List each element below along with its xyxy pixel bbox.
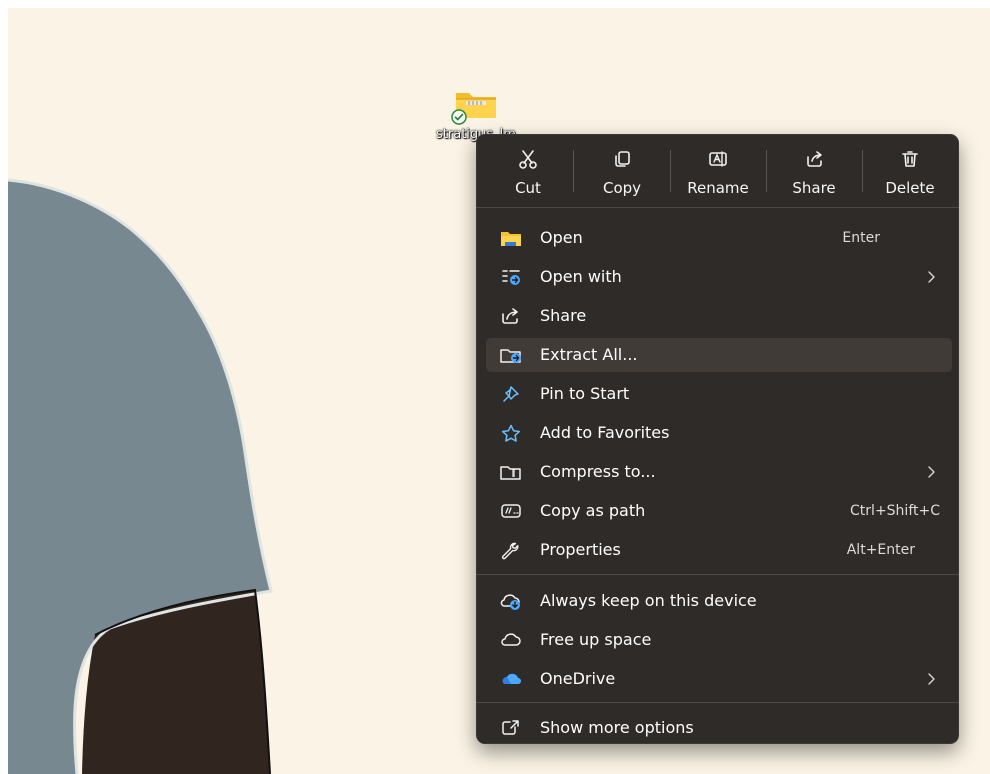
copy-button[interactable]: Copy [574, 142, 670, 204]
quick-actions-bar: Cut Copy Rename Share Delete [476, 134, 959, 206]
menu-item-copy-as-path[interactable]: Copy as path Ctrl+Shift+C [486, 494, 952, 528]
trash-icon [902, 151, 918, 167]
shortcut-label: Ctrl+Shift+C [850, 503, 940, 519]
wrench-icon [501, 542, 519, 560]
menu-separator [476, 207, 959, 208]
pin-icon [503, 386, 519, 402]
menu-item-label: Compress to... [540, 462, 656, 481]
scissors-icon [519, 150, 537, 169]
delete-button[interactable]: Delete [862, 142, 958, 204]
compress-folder-icon [500, 466, 521, 480]
cut-label: Cut [515, 179, 541, 197]
extract-icon [500, 349, 521, 363]
share-icon [807, 151, 822, 167]
cloud-download-icon [500, 594, 520, 610]
external-options-icon [502, 720, 519, 735]
menu-item-open[interactable]: Open Enter [486, 221, 952, 255]
chevron-right-icon [928, 673, 935, 685]
share-icon [502, 308, 518, 324]
menu-item-properties[interactable]: Properties Alt+Enter [486, 533, 952, 567]
menu-item-pin-to-start[interactable]: Pin to Start [486, 377, 952, 411]
menu-item-label: Open with [540, 267, 622, 286]
context-menu[interactable]: Cut Copy Rename Share Delete Open Enter … [476, 134, 959, 744]
menu-separator [476, 574, 959, 575]
menu-item-label: Free up space [540, 630, 652, 649]
chevron-right-icon [928, 271, 935, 283]
menu-item-open-with[interactable]: Open with [486, 260, 952, 294]
star-icon [501, 424, 521, 442]
menu-item-share[interactable]: Share [486, 299, 952, 333]
cloud-icon [501, 633, 521, 646]
menu-item-add-to-favorites[interactable]: Add to Favorites [486, 416, 952, 450]
cut-button[interactable]: Cut [480, 142, 576, 204]
menu-item-label: Pin to Start [540, 384, 630, 403]
chevron-right-icon [928, 466, 935, 478]
delete-label: Delete [885, 179, 935, 197]
menu-item-free-up-space[interactable]: Free up space [486, 623, 952, 657]
sync-check-icon [451, 109, 467, 125]
menu-item-label: OneDrive [540, 669, 616, 688]
menu-item-label: Copy as path [540, 501, 646, 520]
menu-separator [476, 702, 959, 703]
copy-icon [615, 151, 630, 167]
rename-button[interactable]: Rename [670, 142, 766, 204]
copy-label: Copy [602, 179, 642, 197]
share-label: Share [792, 179, 836, 197]
menu-item-show-more-options[interactable]: Show more options [486, 711, 952, 744]
shortcut-label: Alt+Enter [846, 542, 915, 558]
menu-item-extract-all[interactable]: Extract All... [486, 338, 952, 372]
menu-item-compress-to[interactable]: Compress to... [486, 455, 952, 489]
menu-item-label: Show more options [540, 718, 694, 737]
menu-item-label: Always keep on this device [540, 591, 757, 610]
rename-icon [709, 151, 727, 167]
menu-item-label: Extract All... [540, 345, 638, 364]
menu-item-label: Properties [540, 540, 621, 559]
shortcut-label: Enter [842, 230, 880, 246]
open-with-icon [502, 270, 520, 285]
menu-item-label: Open [540, 228, 583, 247]
menu-item-onedrive[interactable]: OneDrive [486, 662, 952, 696]
menu-item-label: Add to Favorites [540, 423, 670, 442]
share-button[interactable]: Share [766, 142, 862, 204]
menu-item-always-keep-on-device[interactable]: Always keep on this device [486, 584, 952, 618]
rename-label: Rename [687, 179, 749, 197]
folder-icon [501, 232, 521, 246]
path-icon [501, 504, 521, 518]
onedrive-cloud-icon [502, 673, 521, 684]
menu-item-label: Share [540, 306, 587, 325]
